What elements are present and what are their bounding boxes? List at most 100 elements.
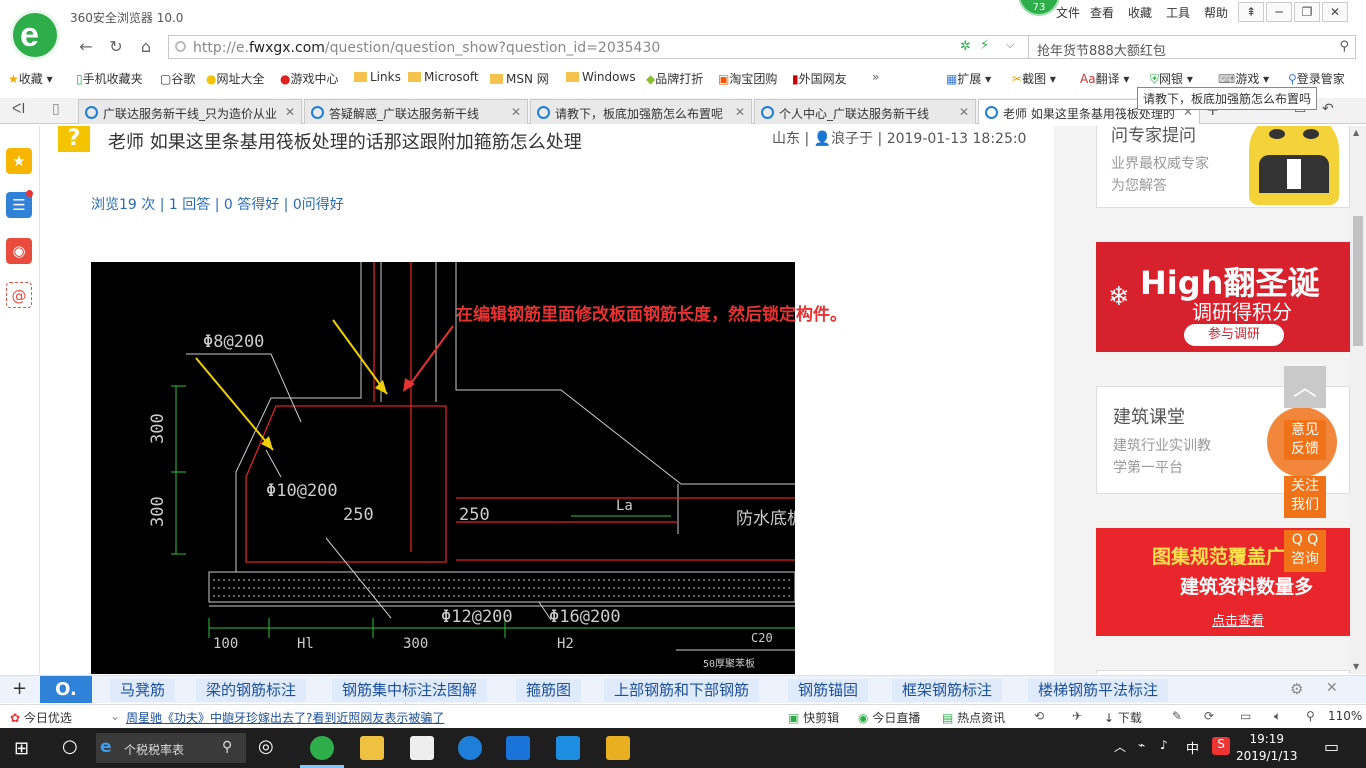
scroll-thumb[interactable]	[1353, 216, 1363, 346]
speed-up-icon[interactable]: ⟲	[1034, 709, 1044, 723]
security-icon[interactable]: ✲	[960, 39, 971, 54]
news-ticker[interactable]: 周星驰《功夫》中龅牙珍嫁出去了?看到近照网友表示被骗了	[126, 709, 444, 726]
dropdown-icon[interactable]: ⌵	[1006, 38, 1014, 52]
minimize-button[interactable]: ─	[1266, 2, 1292, 22]
tool-translate[interactable]: Aa翻译 ▾	[1080, 70, 1129, 87]
menu-tools[interactable]: 工具	[1166, 4, 1190, 21]
bookmark-microsoft[interactable]: Microsoft	[408, 70, 479, 84]
scroll-down-icon[interactable]: ▼	[1353, 662, 1359, 671]
close-tab-icon[interactable]: ✕	[959, 105, 969, 119]
hot-news[interactable]: ▤ 热点资讯	[942, 709, 1005, 726]
notification-center-icon[interactable]: ▭	[1324, 737, 1339, 756]
keyword-link[interactable]: 框架钢筋标注	[892, 679, 1003, 702]
weibo-icon[interactable]: ◉	[6, 238, 32, 264]
view-button[interactable]: 点击查看	[1212, 610, 1264, 629]
bookmark-google[interactable]: ▢谷歌	[160, 70, 195, 87]
add-icon[interactable]: +	[12, 678, 27, 699]
cortana-icon[interactable]: ○	[62, 736, 78, 757]
question-user[interactable]: 浪子于	[831, 131, 873, 147]
zoom-icon[interactable]: ⚲	[1306, 709, 1315, 723]
bookmark-taobao[interactable]: ▣淘宝团购	[718, 70, 777, 87]
settings-gear-icon[interactable]: ⚙	[1290, 680, 1303, 698]
tray-up-icon[interactable]: ︿	[1114, 738, 1126, 755]
close-tab-icon[interactable]: ✕	[285, 105, 295, 119]
bookmark-favorites[interactable]: ★收藏 ▾	[8, 70, 53, 87]
volume-icon[interactable]: 🔈︎	[1274, 709, 1281, 724]
tab-1[interactable]: 广联达服务新干线_只为造价从业 ✕	[78, 99, 302, 124]
bookmark-mobile[interactable]: ▯手机收藏夹	[76, 70, 143, 87]
sogou-icon[interactable]: S	[1212, 737, 1230, 755]
back-icon[interactable]: ←	[74, 36, 98, 58]
taskbar-notes-icon[interactable]	[606, 736, 630, 760]
url-bar[interactable]: http://e.fwxgx.com/question/question_sho…	[168, 35, 1098, 59]
keyword-link[interactable]: 钢筋集中标注法图解	[332, 679, 488, 702]
taskbar-app-icon[interactable]	[556, 736, 580, 760]
live-today[interactable]: ◉ 今日直播	[858, 709, 920, 726]
close-bar-icon[interactable]: ✕	[1326, 680, 1338, 696]
search-input[interactable]: 抢年货节888大额红包 ⚲	[1028, 35, 1356, 59]
tab-2[interactable]: 答疑解惑_广联达服务新干线 ✕	[304, 99, 528, 124]
bookmark-games[interactable]: ●游戏中心	[280, 70, 339, 87]
answers-count[interactable]: 1 回答	[169, 197, 210, 213]
tool-extensions[interactable]: ▦扩展 ▾	[946, 70, 991, 87]
today-picks[interactable]: ✿ 今日优选	[10, 709, 72, 726]
taskbar-explorer-icon[interactable]	[360, 736, 384, 760]
menu-favorites[interactable]: 收藏	[1128, 4, 1152, 21]
tab-4[interactable]: 个人中心_广联达服务新干线 ✕	[754, 99, 976, 124]
page-scrollbar[interactable]: ▲ ▼	[1350, 126, 1366, 674]
feedback-button[interactable]: 意见 反馈	[1284, 420, 1326, 460]
bookmark-brand[interactable]: ◆品牌打折	[646, 70, 703, 87]
home-icon[interactable]: ⌂	[134, 36, 158, 58]
clean-icon[interactable]: ✎	[1172, 709, 1182, 723]
menu-help[interactable]: 帮助	[1204, 4, 1228, 21]
survey-button[interactable]: 参与调研	[1184, 324, 1284, 346]
tab-3[interactable]: 请教下，板底加强筋怎么布置呢 ✕	[530, 99, 752, 124]
close-tab-icon[interactable]: ✕	[735, 105, 745, 119]
taskbar-mail-icon[interactable]	[410, 736, 434, 760]
close-tab-icon[interactable]: ✕	[511, 105, 521, 119]
tool-games[interactable]: ⌨游戏 ▾	[1218, 70, 1269, 87]
tool-screenshot[interactable]: ✂截图 ▾	[1012, 70, 1056, 87]
restore-button[interactable]: ❐	[1294, 2, 1320, 22]
browser-doctor-icon[interactable]: ⟳	[1204, 709, 1214, 723]
back-to-top-icon[interactable]: ︿	[1284, 366, 1326, 408]
weather-icon[interactable]: ◎	[258, 736, 274, 757]
keyword-link[interactable]: 马凳筋	[110, 679, 176, 702]
keyword-link[interactable]: 楼梯钢筋平法标注	[1028, 679, 1169, 702]
qq-consult-button[interactable]: Q Q 咨询	[1284, 530, 1326, 572]
keyword-link[interactable]: 梁的钢筋标注	[196, 679, 307, 702]
skin-icon[interactable]: ⇞	[1238, 2, 1264, 22]
mobile-icon[interactable]: ▯	[52, 101, 60, 117]
mail-icon[interactable]: @	[6, 282, 32, 308]
speed-icon[interactable]: ⚡	[980, 38, 989, 53]
taskbar-clock[interactable]: 19:19 2019/1/13	[1236, 731, 1298, 765]
taskbar-search[interactable]: e 个税税率表 ⚲	[96, 733, 246, 763]
search-logo-icon[interactable]: O.	[40, 676, 92, 703]
more-bookmarks-icon[interactable]: »	[872, 70, 879, 84]
taskbar-glodon-icon[interactable]	[506, 736, 530, 760]
christmas-banner[interactable]: High翻圣诞 调研得积分 参与调研 ❄	[1096, 242, 1350, 352]
downloads[interactable]: ↓ 下载	[1104, 709, 1142, 726]
follow-us-button[interactable]: 关注 我们	[1284, 476, 1326, 518]
refresh-icon[interactable]: ↻	[104, 36, 128, 58]
undo-close-icon[interactable]: ↶	[1322, 101, 1334, 117]
bookmark-windows[interactable]: Windows	[566, 70, 636, 84]
expert-card[interactable]: 问专家提问 业界最权威专家 为您解答	[1096, 126, 1350, 208]
bookmark-links[interactable]: Links	[354, 70, 401, 84]
window-icon[interactable]: ▭	[1240, 709, 1251, 723]
close-window-button[interactable]: ✕	[1322, 2, 1348, 22]
volume-icon[interactable]: ♪	[1160, 738, 1168, 752]
bookmark-foreign[interactable]: ▮外国网友	[792, 70, 847, 87]
taskbar-360-browser-icon[interactable]	[310, 736, 334, 760]
zoom-level[interactable]: 110%	[1328, 709, 1362, 723]
taskbar-ie-icon[interactable]	[458, 736, 482, 760]
keyword-link[interactable]: 钢筋锚固	[788, 679, 869, 702]
ime-indicator[interactable]: 中	[1186, 738, 1199, 757]
tool-login-manager[interactable]: ⚲登录管家	[1288, 70, 1345, 87]
favorites-star-icon[interactable]: ★	[6, 148, 32, 174]
pin-icon[interactable]: ✈	[1072, 709, 1082, 723]
tab-list-icon[interactable]: ᐸI	[12, 102, 25, 117]
menu-file[interactable]: 文件	[1056, 4, 1080, 21]
keyword-link[interactable]: 箍筋图	[516, 679, 582, 702]
bookmark-hao[interactable]: ●网址大全	[206, 70, 265, 87]
